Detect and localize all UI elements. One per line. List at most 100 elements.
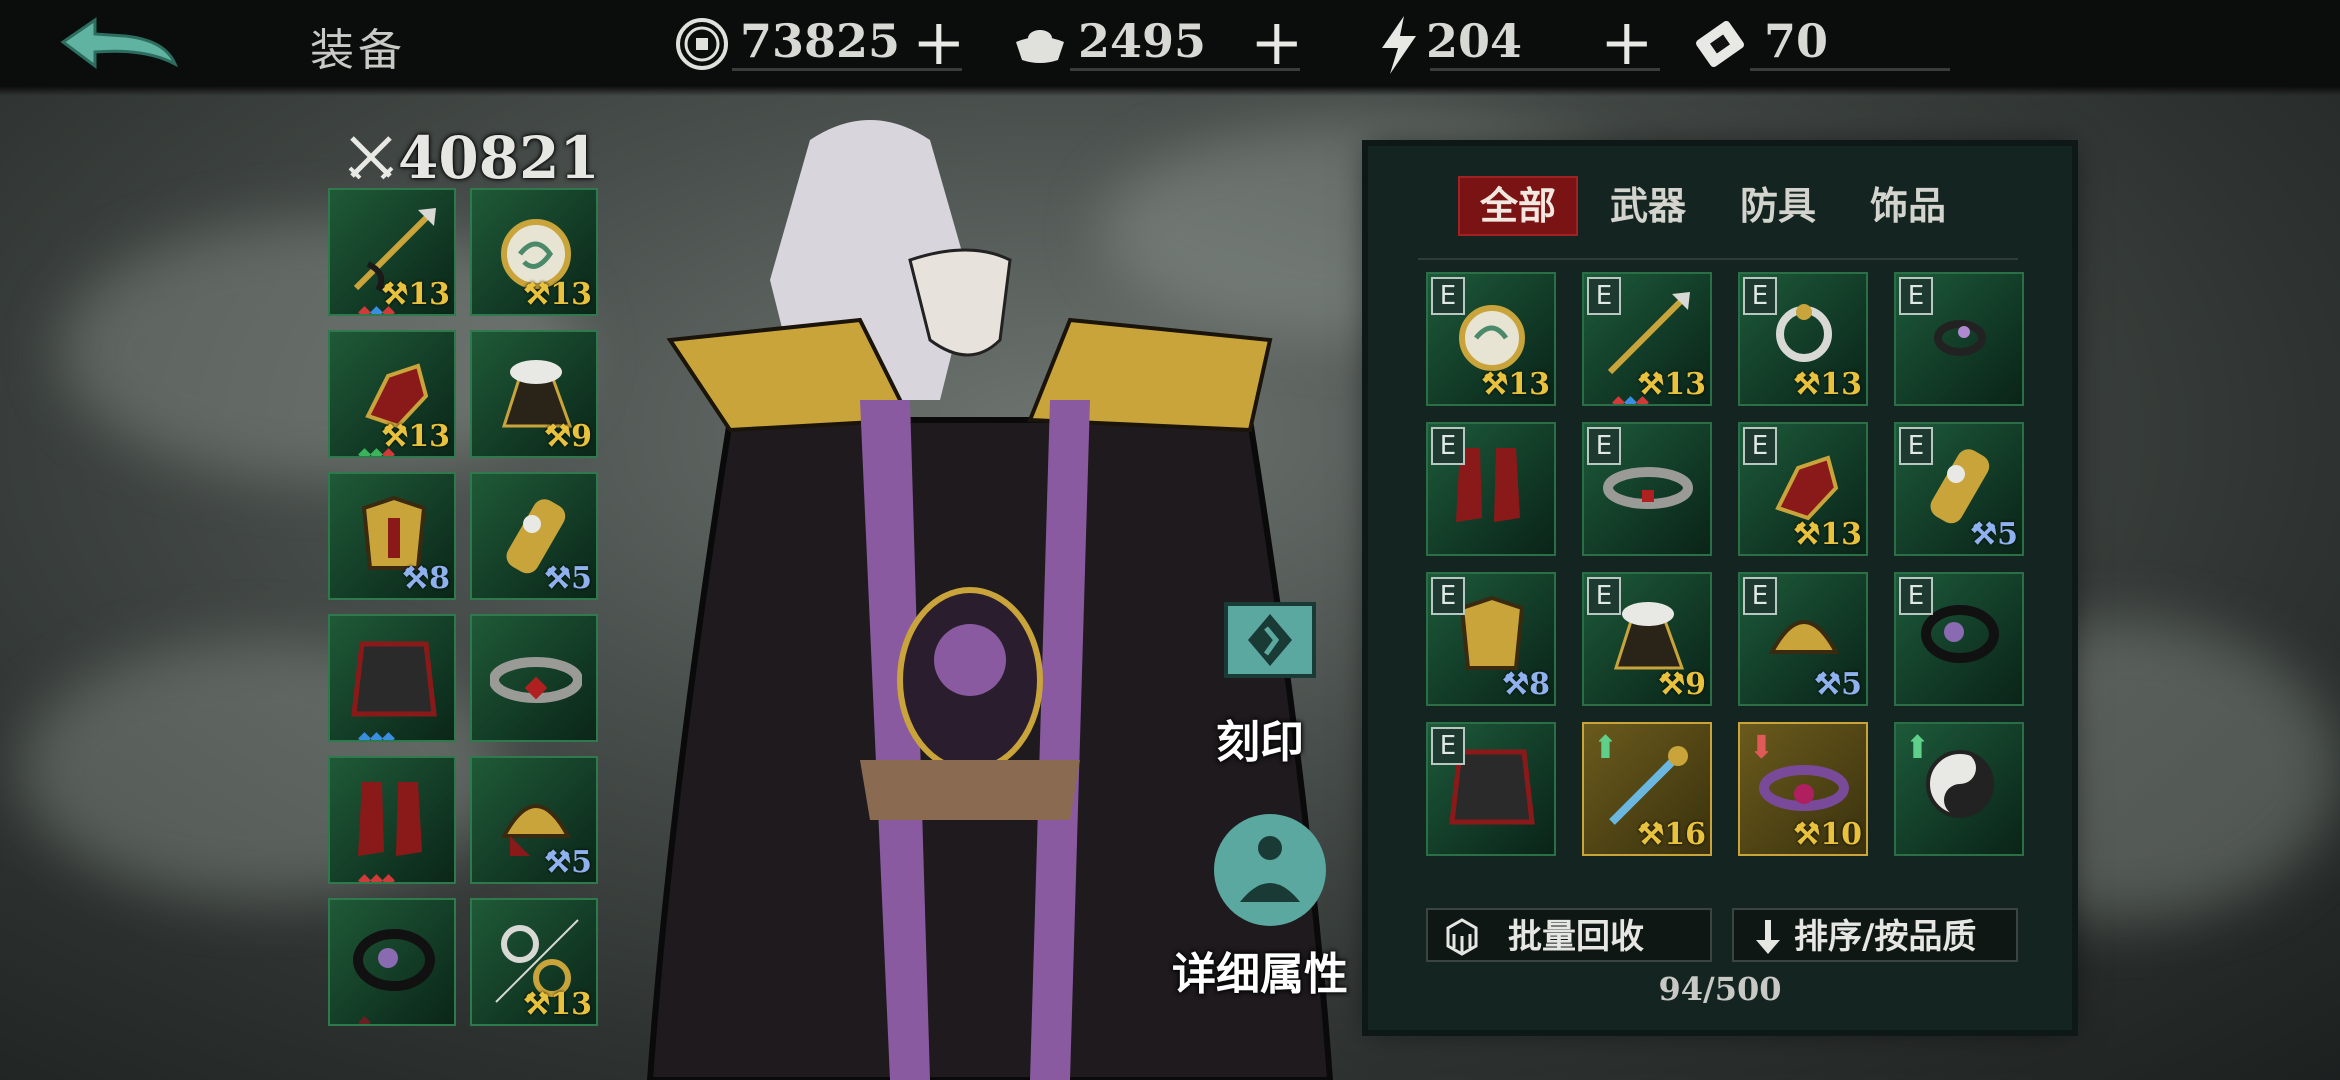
upgrade-arrow-icon: ⬆ — [1592, 728, 1619, 766]
meditation-figure-icon — [1214, 814, 1326, 926]
engrave-button[interactable]: 刻印 — [1150, 584, 1370, 768]
coin-icon — [676, 18, 728, 70]
item-level: ⚒13 — [1481, 367, 1550, 402]
inventory-item[interactable]: E — [1426, 722, 1556, 856]
inventory-item[interactable]: E ⚒13 — [1582, 272, 1712, 406]
item-level: ⚒13 — [1793, 367, 1862, 402]
item-level: ⚒5 — [1814, 667, 1862, 702]
item-level: ⚒13 — [1637, 367, 1706, 402]
detail-attributes-button[interactable]: 详细属性 — [1150, 810, 1370, 1010]
quality-dots — [358, 1012, 372, 1024]
item-level: ⚒13 — [523, 987, 592, 1022]
batch-recycle-label: 批量回收 — [1508, 917, 1644, 957]
item-level: ⚒10 — [1793, 817, 1862, 852]
equip-slot-belt[interactable] — [470, 614, 598, 742]
add-coins-button[interactable]: + — [912, 8, 966, 78]
equipped-badge: E — [1899, 277, 1933, 315]
tab-armor[interactable]: 防具 — [1718, 176, 1838, 236]
sort-down-arrow-icon — [1756, 920, 1780, 954]
quality-dots — [358, 870, 396, 882]
item-level: ⚒13 — [1793, 517, 1862, 552]
item-level: ⚒13 — [523, 277, 592, 312]
inventory-item[interactable]: E ⚒5 — [1894, 422, 2024, 556]
equipped-badge: E — [1587, 577, 1621, 615]
equipped-badge: E — [1431, 277, 1465, 315]
item-level: ⚒5 — [1970, 517, 2018, 552]
engrave-seal-icon — [1224, 602, 1316, 678]
ticket-icon — [1696, 20, 1744, 68]
inventory-item[interactable]: E ⚒8 — [1426, 572, 1556, 706]
quality-dots — [358, 728, 396, 740]
item-level: ⚒8 — [402, 561, 450, 596]
inventory-capacity: 94/500 — [1658, 970, 1782, 1008]
inventory-item[interactable]: ⬆ ⚒16 — [1582, 722, 1712, 856]
equipped-badge: E — [1743, 577, 1777, 615]
detail-attributes-label: 详细属性 — [1172, 949, 1348, 1000]
inventory-item[interactable]: E — [1426, 422, 1556, 556]
item-level: ⚒8 — [1502, 667, 1550, 702]
tab-all[interactable]: 全部 — [1458, 176, 1578, 236]
equip-slot-helmet[interactable]: ⚒5 — [470, 756, 598, 884]
inventory-item[interactable]: ⬆ — [1894, 722, 2024, 856]
equip-slot-armor[interactable]: ⚒8 — [328, 472, 456, 600]
inventory-item[interactable]: ⬇ ⚒10 — [1738, 722, 1868, 856]
item-level: ⚒5 — [544, 845, 592, 880]
equipped-badge: E — [1587, 277, 1621, 315]
inventory-item[interactable]: E ⚒9 — [1582, 572, 1712, 706]
ingots-value: 2495 — [1078, 14, 1207, 68]
lightning-energy-icon — [1382, 16, 1416, 74]
item-level: ⚒5 — [544, 561, 592, 596]
energy-value: 204 — [1426, 14, 1523, 68]
tab-divider — [1418, 258, 2018, 260]
page-title: 装备 — [310, 25, 406, 76]
equip-slot-skirt[interactable] — [328, 614, 456, 742]
black-necklace-icon — [353, 929, 435, 991]
inventory-item[interactable]: E ⚒13 — [1426, 272, 1556, 406]
equip-slot-necklace[interactable] — [328, 898, 456, 1026]
equip-slot-pendant[interactable]: ⚒13 — [470, 188, 598, 316]
tab-weapons[interactable]: 武器 — [1588, 176, 1708, 236]
add-ingots-button[interactable]: + — [1250, 8, 1304, 78]
inventory-item[interactable]: E ⚒5 — [1738, 572, 1868, 706]
back-arrow-icon — [60, 17, 179, 69]
item-level: ⚒13 — [381, 277, 450, 312]
item-level: ⚒16 — [1637, 817, 1706, 852]
tab-accessories[interactable]: 饰品 — [1848, 176, 1968, 236]
equip-slot-boots[interactable] — [328, 756, 456, 884]
inventory-item[interactable]: E — [1894, 572, 2024, 706]
tickets-value: 70 — [1764, 14, 1829, 68]
add-energy-button[interactable]: + — [1600, 8, 1654, 78]
inventory-item[interactable]: E ⚒13 — [1738, 422, 1868, 556]
resource-underline — [1750, 68, 1950, 71]
item-level: ⚒9 — [544, 419, 592, 454]
red-boots-icon — [358, 782, 422, 856]
coins-value: 73825 — [740, 14, 901, 68]
inventory-item[interactable]: E — [1582, 422, 1712, 556]
downgrade-arrow-icon: ⬇ — [1748, 728, 1775, 766]
equipped-badge: E — [1587, 427, 1621, 465]
equipped-badge: E — [1899, 577, 1933, 615]
item-level: ⚒13 — [381, 419, 450, 454]
equip-slot-gloves[interactable]: ⚒13 — [328, 330, 456, 458]
inventory-item[interactable]: E ⚒13 — [1738, 272, 1868, 406]
back-button[interactable] — [55, 12, 190, 78]
batch-recycle-button[interactable]: 批量回收 — [1426, 908, 1712, 962]
engrave-label: 刻印 — [1216, 717, 1304, 768]
crossed-swords-icon — [348, 136, 394, 180]
inventory-panel: 全部 武器 防具 饰品 E ⚒13 E ⚒13 E ⚒13 E E E E ⚒1… — [1368, 146, 2072, 1030]
equip-slot-weapon[interactable]: ⚒13 — [328, 188, 456, 316]
equip-slot-bracer[interactable]: ⚒5 — [470, 472, 598, 600]
equipped-badge: E — [1899, 427, 1933, 465]
equipped-badge: E — [1431, 427, 1465, 465]
equipped-badge: E — [1743, 277, 1777, 315]
sort-button[interactable]: 排序/按品质 — [1732, 908, 2018, 962]
equip-slot-cloak[interactable]: ⚒9 — [470, 330, 598, 458]
equip-slot-rings[interactable]: ⚒13 — [470, 898, 598, 1026]
equipped-badge: E — [1431, 577, 1465, 615]
equipped-badge: E — [1743, 427, 1777, 465]
inventory-item[interactable]: E — [1894, 272, 2024, 406]
upgrade-arrow-icon: ⬆ — [1904, 728, 1931, 766]
jeweled-belt-icon — [490, 657, 582, 703]
combat-power-value: 40821 — [398, 124, 600, 192]
item-level: ⚒9 — [1658, 667, 1706, 702]
